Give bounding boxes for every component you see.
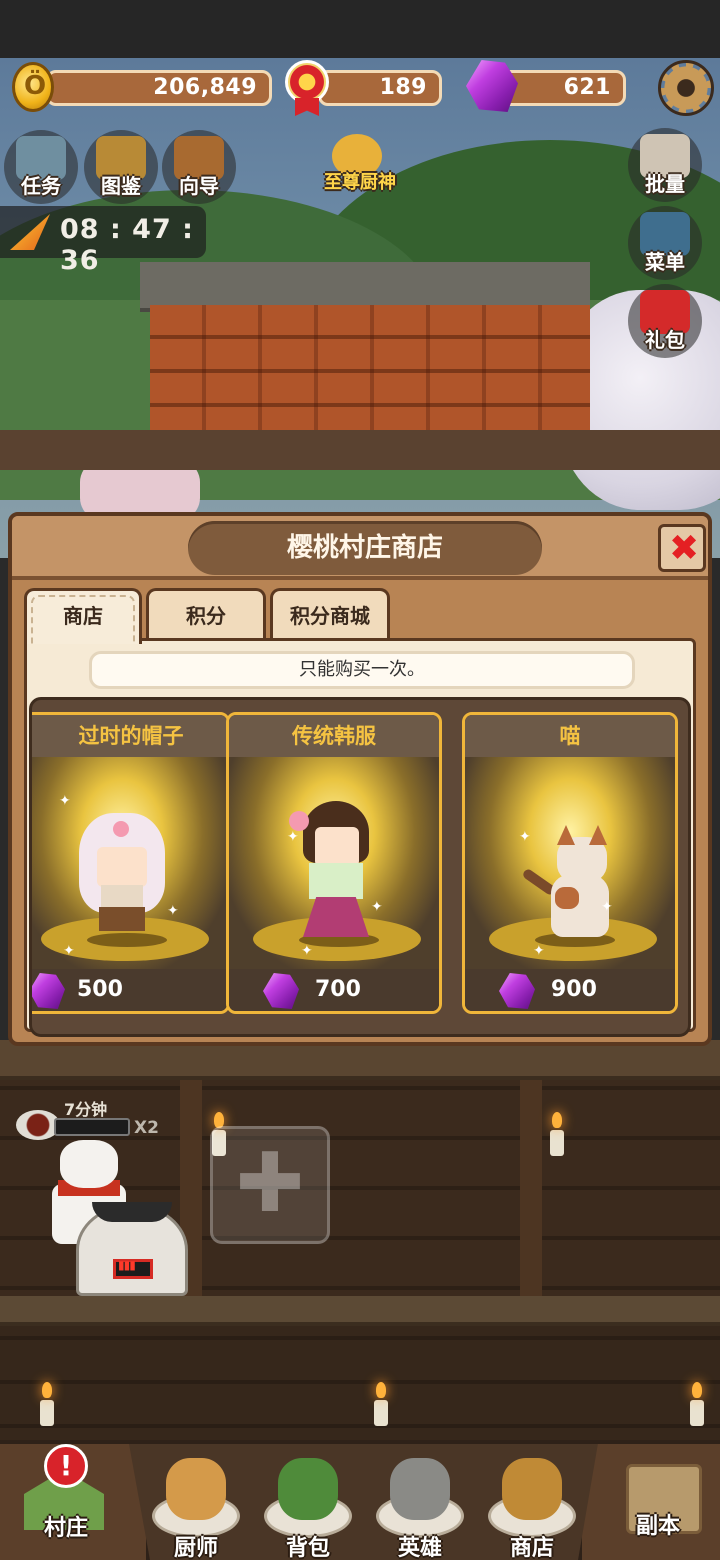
nav-backpack[interactable]: 背包 (252, 1458, 364, 1560)
purchase-notice-text: 只能购买一次。 (299, 659, 425, 680)
nav-dungeon[interactable]: 副本 (578, 1444, 720, 1560)
nav-shop-label: 商店 (509, 1536, 554, 1560)
nav-village-label: 村庄 (43, 1516, 88, 1541)
gem-icon (499, 973, 535, 1009)
cook-multiplier: X2 (134, 1118, 159, 1138)
item-price-row: 700 (229, 969, 439, 1011)
gold-coin-icon (12, 62, 54, 112)
tab-points-label: 积分 (186, 604, 226, 628)
item-name: 喵 (559, 724, 581, 748)
candle (690, 1382, 704, 1426)
event-timer[interactable]: 08 : 47 : 36 (0, 206, 206, 276)
close-button[interactable]: ✖ (658, 524, 706, 572)
candle (40, 1382, 54, 1426)
tab-points-shop[interactable]: 积分商城 (270, 588, 390, 640)
item-header: 传统韩服 (229, 715, 439, 757)
item-name: 过时的帽子 (78, 724, 184, 748)
nav-chef-label: 厨师 (173, 1536, 218, 1560)
cook-progress-bar (54, 1118, 130, 1136)
batch-button[interactable]: 批量 (628, 128, 702, 202)
add-station-button[interactable]: ✚ (210, 1126, 330, 1244)
item-price: 900 (551, 977, 597, 1002)
batch-label: 批量 (645, 172, 685, 196)
quest-label: 任务 (21, 174, 61, 198)
shop-item-card[interactable]: 喵 ✦ ✦ ✦ 900 (462, 712, 678, 1014)
frying-pan-icon (92, 1202, 172, 1222)
supreme-chef-label: 至尊厨神 (324, 172, 396, 193)
tab-shop-label: 商店 (63, 604, 103, 628)
item-header: 喵 (465, 715, 675, 757)
settings-gear-icon[interactable] (658, 60, 714, 116)
collection-button[interactable]: 图鉴 (84, 130, 158, 204)
gold-amount: 206,849 (153, 75, 257, 100)
cook-time: 7分钟 (64, 1100, 108, 1119)
status-bar (0, 0, 720, 58)
item-preview: ✦ ✦ ✦ (32, 757, 227, 969)
tab-points[interactable]: 积分 (146, 588, 266, 640)
gold-counter[interactable]: 206,849 (46, 70, 272, 106)
nav-village[interactable]: ! 村庄 (0, 1444, 150, 1560)
item-price-row: 500 (32, 969, 227, 1011)
hero-helmet-icon (390, 1458, 450, 1520)
fire-icon (113, 1258, 153, 1279)
item-preview: ✦ ✦ ✦ (465, 757, 675, 969)
gem-counter[interactable]: 621 (500, 70, 626, 106)
gift-button[interactable]: 礼包 (628, 284, 702, 358)
shop-dialog: 樱桃村庄商店 ✖ 商店 积分 积分商城 只能购买一次。 过时的帽子 ✦ ✦ ✦ … (8, 512, 712, 1046)
party-popper-icon (10, 214, 50, 250)
gem-icon (32, 973, 65, 1009)
candle (374, 1382, 388, 1426)
menu-label: 菜单 (645, 250, 685, 274)
gem-amount: 621 (563, 75, 611, 100)
item-price: 700 (315, 977, 361, 1002)
roast-chicken-icon (166, 1458, 226, 1520)
purchase-notice: 只能购买一次。 (89, 651, 635, 689)
fence (0, 430, 720, 470)
medal-icon (281, 60, 333, 116)
nav-hero[interactable]: 英雄 (364, 1458, 476, 1560)
shop-item-card[interactable]: 过时的帽子 ✦ ✦ ✦ 500 (32, 712, 230, 1014)
dialog-header: 樱桃村庄商店 ✖ (12, 516, 708, 580)
nav-dungeon-label: 副本 (635, 1514, 680, 1539)
kitchen-beam (0, 1296, 720, 1326)
alert-badge: ! (44, 1444, 88, 1488)
kitchen-beam (0, 1040, 720, 1080)
nav-chef[interactable]: 厨师 (140, 1458, 252, 1560)
treasure-chest-icon (502, 1458, 562, 1520)
collection-label: 图鉴 (101, 174, 141, 198)
dialog-title-pill: 樱桃村庄商店 (188, 521, 542, 575)
item-header: 过时的帽子 (32, 715, 227, 757)
wood-pillar (520, 1080, 542, 1296)
medal-amount: 189 (379, 75, 427, 100)
item-name: 传统韩服 (292, 724, 376, 748)
nav-hero-label: 英雄 (397, 1536, 442, 1560)
event-timer-text: 08 : 47 : 36 (60, 214, 194, 276)
dialog-title: 樱桃村庄商店 (286, 533, 443, 563)
nav-backpack-label: 背包 (285, 1536, 330, 1560)
menu-button[interactable]: 菜单 (628, 206, 702, 280)
tab-points-shop-label: 积分商城 (290, 604, 370, 628)
item-price: 500 (77, 977, 123, 1002)
item-price-row: 900 (465, 969, 675, 1011)
item-preview: ✦ ✦ ✦ (229, 757, 439, 969)
backpack-icon (278, 1458, 338, 1520)
quest-button[interactable]: 任务 (4, 130, 78, 204)
gem-icon (263, 973, 299, 1009)
plus-icon: ✚ (235, 1136, 305, 1231)
guide-label: 向导 (179, 174, 219, 198)
guide-button[interactable]: 向导 (162, 130, 236, 204)
shop-item-card[interactable]: 传统韩服 ✦ ✦ ✦ 700 (226, 712, 442, 1014)
alert-icon: ! (59, 1449, 73, 1482)
candle (550, 1112, 564, 1156)
gift-label: 礼包 (645, 328, 685, 352)
shop-content: 只能购买一次。 过时的帽子 ✦ ✦ ✦ 500 传统韩服 ✦ ✦ ✦ 700 喵… (24, 638, 696, 1037)
nav-shop[interactable]: 商店 (476, 1458, 588, 1560)
close-icon: ✖ (669, 528, 700, 569)
medal-counter[interactable]: 189 (318, 70, 442, 106)
tab-shop[interactable]: 商店 (24, 588, 142, 644)
supreme-chef-button[interactable]: 至尊厨神 (312, 128, 408, 202)
item-list[interactable]: 过时的帽子 ✦ ✦ ✦ 500 传统韩服 ✦ ✦ ✦ 700 喵 ✦ ✦ ✦ 9… (29, 697, 691, 1037)
